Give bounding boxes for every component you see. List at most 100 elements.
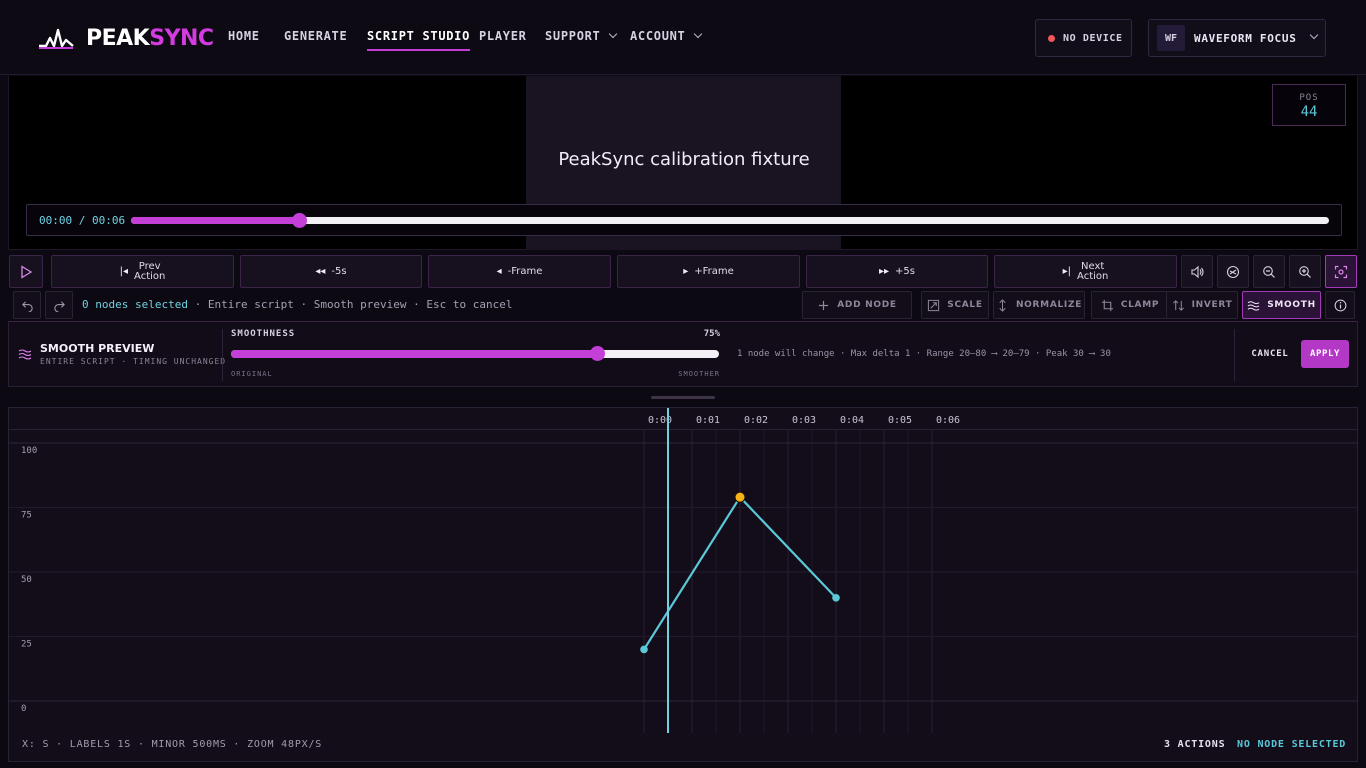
clamp-button[interactable]: CLAMP xyxy=(1091,291,1169,319)
fit-view-button[interactable] xyxy=(1325,255,1357,288)
next-frame-button[interactable]: ▸ +Frame xyxy=(617,255,800,288)
position-value: 44 xyxy=(1300,104,1318,120)
transport-controls: |◂ Prev Action ◂◂ -5s ◂ -Frame ▸ +Frame ▸… xyxy=(8,254,1358,288)
smooth-panel-title: SMOOTH PREVIEW xyxy=(40,342,155,355)
prev-frame-button[interactable]: ◂ -Frame xyxy=(428,255,611,288)
vertical-arrows-icon xyxy=(999,298,1006,312)
focus-frame-icon xyxy=(1334,265,1348,278)
forward-5s-label: +5s xyxy=(895,266,915,277)
smooth-waves-icon xyxy=(1247,300,1260,311)
chevron-down-icon xyxy=(694,29,703,39)
add-node-button[interactable]: ADD NODE xyxy=(802,291,912,319)
normalize-label: NORMALIZE xyxy=(1015,300,1083,310)
nav-support-label: SUPPORT xyxy=(545,29,601,43)
seek-fill xyxy=(131,217,299,224)
device-status-label: NO DEVICE xyxy=(1063,32,1123,44)
nav-support[interactable]: SUPPORT xyxy=(545,29,618,51)
info-icon xyxy=(1334,299,1346,311)
next-action-label: Next Action xyxy=(1077,261,1109,282)
script-timeline[interactable]: 100 75 50 25 0 0:00 0:01 0:02 0:03 0:04 0:05 0:06 X… xyxy=(8,407,1358,762)
seek-track[interactable] xyxy=(131,213,1329,228)
nav-home[interactable]: HOME xyxy=(228,29,260,51)
funscript-graph[interactable]: 10075502500:00 0:01 0:02 0:03 0:04 0:05 0:06 xyxy=(9,408,1357,733)
time-ruler xyxy=(9,408,1357,430)
smooth-panel-subtitle: ENTIRE SCRIPT · TIMING UNCHANGED xyxy=(40,357,227,366)
action-count: 3 ACTIONS xyxy=(1164,739,1226,750)
invert-arrows-icon xyxy=(1172,299,1184,311)
account-name: WAVEFORM FOCUS xyxy=(1194,31,1297,45)
nav-account[interactable]: ACCOUNT xyxy=(630,29,703,51)
next-frame-label: +Frame xyxy=(694,266,734,277)
fast-forward-icon: ▸▸ xyxy=(879,266,890,277)
volume-button[interactable] xyxy=(1181,255,1213,288)
scale-icon xyxy=(928,299,940,311)
script-node[interactable] xyxy=(832,594,840,602)
account-menu-button[interactable]: WF WAVEFORM FOCUS xyxy=(1148,19,1326,57)
play-icon xyxy=(21,264,33,279)
step-back-icon: ◂ xyxy=(496,266,502,277)
zoom-in-icon xyxy=(1299,265,1311,278)
seek-handle[interactable] xyxy=(291,213,307,228)
cancel-button[interactable]: CANCEL xyxy=(1245,340,1295,368)
zoom-out-button[interactable] xyxy=(1253,255,1285,288)
smoothness-slider[interactable] xyxy=(231,346,719,361)
device-status-button[interactable]: NO DEVICE xyxy=(1035,19,1132,57)
undo-button[interactable] xyxy=(13,291,41,319)
x-tick-label: 0:04 xyxy=(840,415,864,426)
prev-action-label-line2: Action xyxy=(134,270,166,282)
selection-status: 0 nodes selected · Entire script · Smoot… xyxy=(82,298,512,311)
forward-5s-button[interactable]: ▸▸ +5s xyxy=(806,255,988,288)
invert-button[interactable]: INVERT xyxy=(1166,291,1238,319)
plus-icon xyxy=(819,300,829,310)
position-readout: POS 44 xyxy=(1272,84,1346,126)
slider-min-label: ORIGINAL xyxy=(231,370,273,378)
redo-button[interactable] xyxy=(45,291,73,319)
haptics-button[interactable] xyxy=(1217,255,1249,288)
video-scrubber[interactable]: 00:00 / 00:06 xyxy=(26,204,1342,236)
crop-icon xyxy=(1101,299,1113,311)
y-tick-label: 0 xyxy=(21,704,26,714)
skip-forward-icon: ▸| xyxy=(1062,266,1072,277)
invert-label: INVERT xyxy=(1191,300,1233,310)
apply-button[interactable]: APPLY xyxy=(1301,340,1349,368)
play-button[interactable] xyxy=(9,255,43,288)
brand-name: PEAKSYNC xyxy=(86,26,214,51)
next-action-button[interactable]: ▸| Next Action xyxy=(994,255,1177,288)
waveform-logo-icon xyxy=(39,28,74,49)
smoothness-fill xyxy=(231,350,597,358)
slider-max-label: SMOOTHER xyxy=(678,370,720,378)
script-node[interactable] xyxy=(640,645,648,654)
zoom-out-icon xyxy=(1263,265,1275,278)
smooth-button[interactable]: SMOOTH xyxy=(1242,291,1321,319)
disconnected-dot-icon xyxy=(1048,34,1055,42)
nav-generate[interactable]: GENERATE xyxy=(284,29,347,51)
speaker-icon xyxy=(1191,265,1204,278)
changed-node[interactable] xyxy=(734,491,746,503)
video-title: PeakSync calibration fixture xyxy=(558,149,810,170)
zoom-in-button[interactable] xyxy=(1289,255,1321,288)
timeline-scale-info: X: S · LABELS 1S · MINOR 500MS · ZOOM 48… xyxy=(22,739,323,750)
node-selection-status: NO NODE SELECTED xyxy=(1237,739,1347,750)
skip-back-icon: |◂ xyxy=(119,266,129,277)
smoothness-handle[interactable] xyxy=(590,346,605,361)
prev-action-button[interactable]: |◂ Prev Action xyxy=(51,255,234,288)
resize-handle[interactable] xyxy=(651,396,715,399)
redo-icon xyxy=(53,300,65,312)
rewind-icon: ◂◂ xyxy=(315,266,326,277)
back-5s-button[interactable]: ◂◂ -5s xyxy=(240,255,422,288)
info-button[interactable] xyxy=(1325,291,1355,319)
next-action-label-line2: Action xyxy=(1077,270,1109,282)
video-player[interactable]: PeakSync calibration fixture POS 44 00:0… xyxy=(8,76,1358,250)
x-tick-label: 0:06 xyxy=(936,415,960,426)
smooth-waves-icon xyxy=(18,349,32,360)
nav-player[interactable]: PLAYER xyxy=(479,29,527,51)
brand-logo[interactable]: PEAKSYNC xyxy=(38,24,214,52)
position-label: POS xyxy=(1299,93,1319,103)
x-tick-label: 0:02 xyxy=(744,415,768,426)
step-forward-icon: ▸ xyxy=(683,266,689,277)
smoothness-label: SMOOTHNESS xyxy=(231,329,296,339)
normalize-button[interactable]: NORMALIZE xyxy=(993,291,1085,319)
scale-button[interactable]: SCALE xyxy=(921,291,989,319)
nav-script-studio[interactable]: SCRIPT STUDIO xyxy=(367,29,471,51)
y-tick-label: 50 xyxy=(21,575,32,585)
